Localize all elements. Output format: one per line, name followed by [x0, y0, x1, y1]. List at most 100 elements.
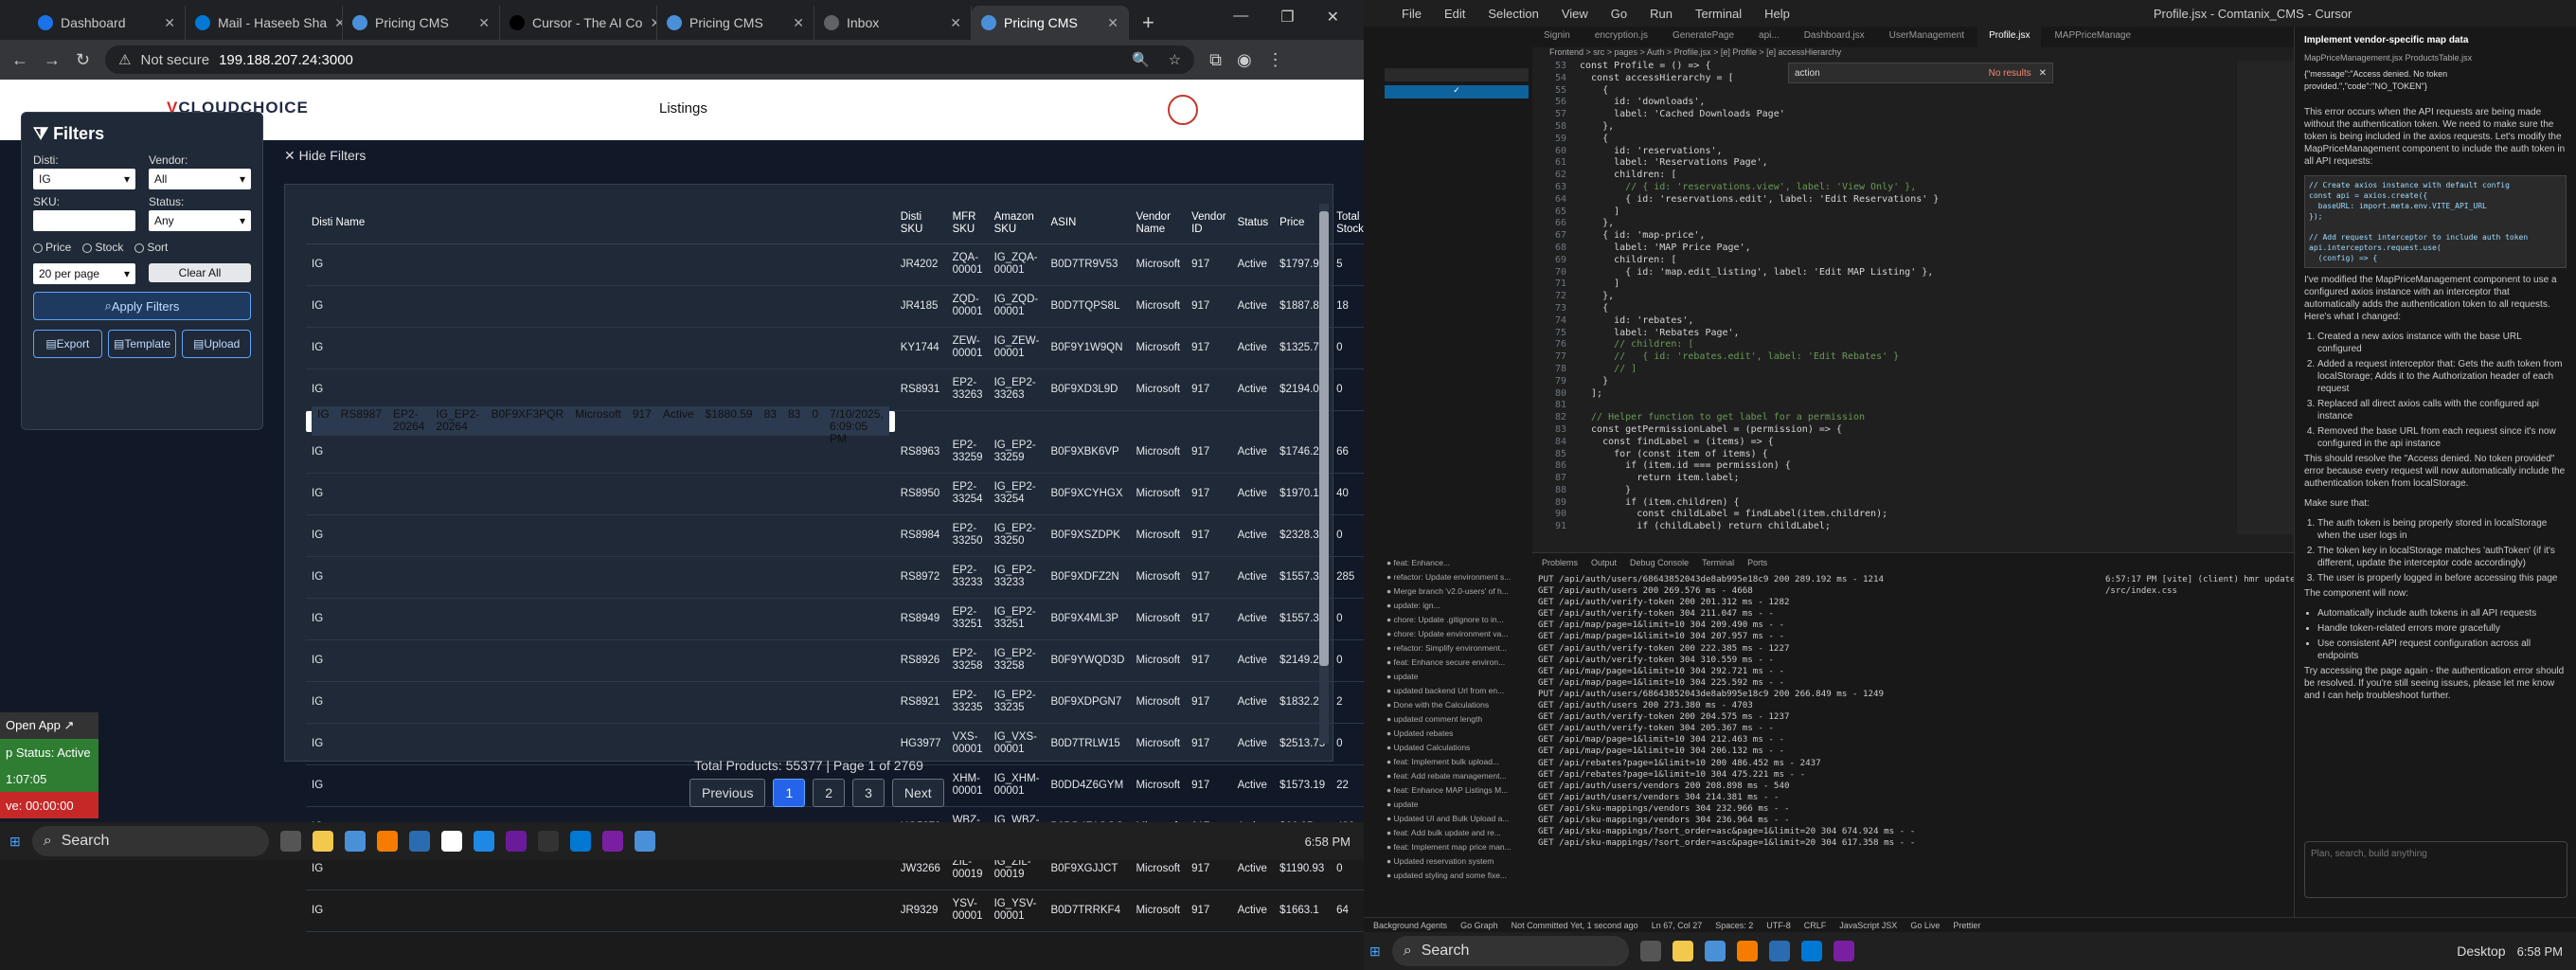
- git-commit[interactable]: ● updated styling and some fixe...: [1386, 869, 1529, 883]
- git-commit[interactable]: ● feat: Enhance secure environ...: [1386, 656, 1529, 670]
- column-header[interactable]: Amazon SKU: [988, 204, 1046, 244]
- cursor-icon[interactable]: [537, 831, 559, 852]
- close-icon[interactable]: ✕: [164, 15, 175, 31]
- template-button[interactable]: ▤ Template: [107, 330, 177, 358]
- editor-tab[interactable]: GeneratePage: [1661, 27, 1745, 47]
- firefox-icon[interactable]: [1736, 941, 1758, 961]
- windows-start-icon[interactable]: ⊞: [0, 834, 21, 850]
- git-commit[interactable]: ● chore: Update .gitignore to in...: [1386, 613, 1529, 627]
- menu-item[interactable]: Help: [1764, 7, 1790, 21]
- close-icon[interactable]: ✕: [950, 15, 961, 31]
- git-commit[interactable]: ● feat: Enhance MAP Listings M...: [1386, 783, 1529, 798]
- vscode-icon[interactable]: [1800, 941, 1822, 961]
- upload-button[interactable]: ▤ Upload: [182, 330, 252, 358]
- chrome-icon[interactable]: [344, 831, 366, 852]
- table-row[interactable]: IG RS8972 EP2-33233 IG_EP2-33233 B0F9XDFZ2N M…: [306, 556, 1540, 599]
- new-tab-icon[interactable]: +: [1129, 6, 1168, 40]
- git-commit[interactable]: ● Merge branch 'v2.0-users' of h...: [1386, 584, 1529, 599]
- per-page-select[interactable]: 20 per page ▾: [33, 263, 135, 284]
- browser-tab[interactable]: Mail - Haseeb Sha ✕: [186, 6, 343, 40]
- menu-item[interactable]: File: [1402, 7, 1422, 21]
- close-icon[interactable]: ✕: [478, 15, 490, 31]
- git-commit[interactable]: ● feat: Implement bulk upload...: [1386, 755, 1529, 769]
- menu-item[interactable]: Go: [1611, 7, 1627, 21]
- column-header[interactable]: Status: [1231, 204, 1275, 244]
- app-icon[interactable]: [440, 831, 462, 852]
- close-icon[interactable]: ✕: [334, 15, 342, 31]
- git-commit[interactable]: ● feat: Enhance...: [1386, 556, 1529, 570]
- panel-tab[interactable]: Ports: [1747, 558, 1767, 567]
- close-icon[interactable]: ✕: [1327, 8, 1339, 27]
- commit-message-input[interactable]: [1385, 68, 1529, 81]
- clear-all-button[interactable]: Clear All: [149, 263, 251, 282]
- disti-select[interactable]: IG ▾: [33, 169, 135, 189]
- reload-icon[interactable]: ↻: [76, 50, 90, 70]
- star-icon[interactable]: ☆: [1169, 51, 1181, 68]
- git-commit[interactable]: ● updated backend Url from en...: [1386, 684, 1529, 698]
- minimize-icon[interactable]: —: [1233, 8, 1248, 27]
- status-item[interactable]: Go Graph: [1460, 921, 1498, 930]
- browser-tab[interactable]: Pricing CMS ✕: [343, 6, 500, 40]
- column-header[interactable]: Vendor ID: [1186, 204, 1232, 244]
- table-row[interactable]: IG RS8987 EP2-20264 IG_EP2-20264 B0F9XF3PQR M…: [306, 405, 895, 444]
- editor-tab[interactable]: UserManagement: [1878, 27, 1976, 47]
- git-commit[interactable]: ● Done with the Calculations: [1386, 698, 1529, 712]
- status-item[interactable]: Go Live: [1910, 921, 1940, 930]
- editor-tab[interactable]: api...: [1747, 27, 1791, 47]
- table-row[interactable]: IG RS8931 EP2-33263 IG_EP2-33263 B0F9XD3L9D M…: [306, 368, 1540, 411]
- panel-tab[interactable]: Output: [1591, 558, 1617, 567]
- code-editor[interactable]: Signin encryption.js GeneratePage api... Das…: [1532, 27, 2294, 552]
- find-widget[interactable]: action No results ✕: [1788, 63, 2053, 83]
- git-commit[interactable]: ● updated comment length: [1386, 712, 1529, 727]
- git-commit[interactable]: ● Updated reservation system: [1386, 854, 1529, 869]
- status-item[interactable]: JavaScript JSX: [1839, 921, 1897, 930]
- status-item[interactable]: Background Agents: [1373, 921, 1447, 930]
- table-row[interactable]: IG KY1744 ZEW-00001 IG_ZEW-00001 B0F9Y1W9QN M…: [306, 327, 1540, 369]
- profile-icon[interactable]: ◉: [1237, 50, 1252, 70]
- status-item[interactable]: Spaces: 2: [1715, 921, 1753, 930]
- minimap[interactable]: [2237, 61, 2294, 534]
- terminal-output[interactable]: PUT /api/auth/users/68643852043de8ab995e…: [1532, 574, 2101, 849]
- status-select[interactable]: Any ▾: [149, 210, 251, 231]
- terminal-output-vite[interactable]: 6:57:17 PM [vite] (client) hmr update /s…: [2105, 574, 2444, 597]
- panel-tab[interactable]: Problems: [1542, 558, 1578, 567]
- editor-tab[interactable]: Signin: [1532, 27, 1582, 47]
- close-icon[interactable]: ✕: [1107, 15, 1118, 31]
- panel-tab[interactable]: Debug Console: [1630, 558, 1689, 567]
- table-row[interactable]: IG JR4185 ZQD-00001 IG_ZQD-00001 B0D7TQPS8L M…: [306, 285, 1540, 328]
- table-row[interactable]: IG RS8926 EP2-33258 IG_EP2-33258 B0F9YWQD3D M…: [306, 639, 1540, 682]
- chrome-icon-2[interactable]: [634, 831, 655, 852]
- onenote-icon[interactable]: [601, 831, 623, 852]
- git-commit[interactable]: ● update: [1386, 670, 1529, 684]
- pagination-button[interactable]: 3: [852, 779, 885, 807]
- chrome-icon[interactable]: [1704, 941, 1726, 961]
- desktop-label[interactable]: Desktop: [2457, 943, 2505, 959]
- git-commit[interactable]: ● Updated rebates: [1386, 727, 1529, 741]
- table-row[interactable]: IG RS8950 EP2-33254 IG_EP2-33254 B0F9XCYHGX M…: [306, 473, 1540, 515]
- open-app-button[interactable]: Open App ↗: [0, 712, 98, 739]
- app-icon-2[interactable]: [473, 831, 494, 852]
- table-row[interactable]: IG RS8949 EP2-33251 IG_EP2-33251 B0F9X4ML3P M…: [306, 598, 1540, 640]
- back-icon[interactable]: ←: [11, 50, 28, 70]
- browser-tab[interactable]: Pricing CMS ✕: [657, 6, 814, 40]
- firefox-icon[interactable]: [376, 831, 398, 852]
- browser-tab[interactable]: Inbox ✕: [814, 6, 972, 40]
- taskbar-search[interactable]: ⌕ Search: [31, 826, 269, 856]
- git-commit[interactable]: ● feat: Implement map price man...: [1386, 840, 1529, 854]
- status-item[interactable]: Not Committed Yet, 1 second ago: [1512, 921, 1638, 930]
- zoom-app-icon[interactable]: [1768, 941, 1790, 961]
- table-row[interactable]: IG JR9329 YSV-00001 IG_YSV-00001 B0D7TRRKF4 M…: [306, 889, 1540, 932]
- zoom-icon[interactable]: 🔍: [1132, 51, 1150, 68]
- forward-icon[interactable]: →: [44, 50, 61, 70]
- restore-icon[interactable]: ❐: [1280, 8, 1294, 27]
- omnibox[interactable]: ⚠ Not secure 199.188.207.24:3000 🔍 ☆: [105, 45, 1195, 74]
- windows-start-icon[interactable]: ⊞: [1369, 943, 1381, 960]
- panel-tab[interactable]: Terminal: [1702, 558, 1734, 567]
- status-item[interactable]: CRLF: [1804, 921, 1827, 930]
- chat-input[interactable]: Plan, search, build anything: [2304, 841, 2567, 898]
- editor-tab[interactable]: Profile.jsx: [1977, 27, 2042, 47]
- radio-stock[interactable]: Stock: [82, 241, 123, 254]
- menu-icon[interactable]: ⋮: [1267, 50, 1284, 70]
- table-scrollbar[interactable]: [1319, 204, 1329, 744]
- browser-tab[interactable]: Dashboard ✕: [28, 6, 186, 40]
